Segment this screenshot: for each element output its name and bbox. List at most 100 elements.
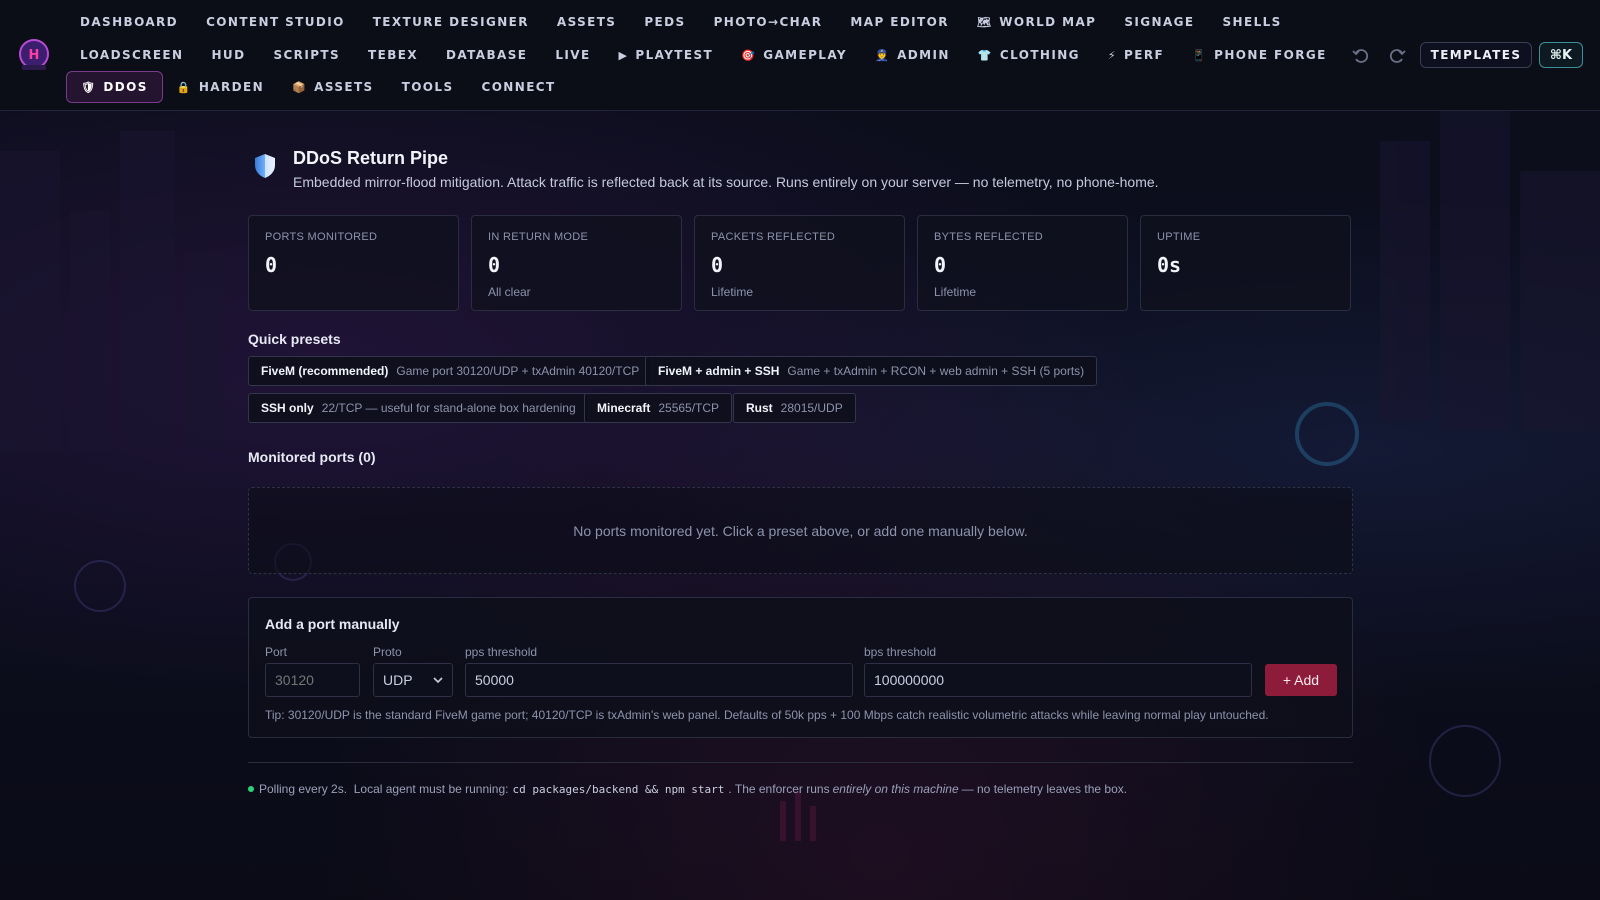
monitored-empty-state: No ports monitored yet. Click a preset a… xyxy=(248,487,1353,574)
nav-item-scripts[interactable]: SCRIPTS xyxy=(259,40,354,70)
preset-ssh-only[interactable]: SSH only 22/TCP — useful for stand-alone … xyxy=(248,393,589,423)
world-map-icon: 🗺 xyxy=(976,15,993,29)
preset-description: Game port 30120/UDP + txAdmin 40120/TCP xyxy=(396,364,640,378)
nav-item-map-editor[interactable]: MAP EDITOR xyxy=(836,7,962,37)
presets-title: Quick presets xyxy=(248,331,341,347)
nav-item-texture-designer[interactable]: TEXTURE DESIGNER xyxy=(359,7,543,37)
nav-item-peds[interactable]: PEDS xyxy=(630,7,699,37)
preset-name: Minecraft xyxy=(597,401,651,415)
stat-sub: All clear xyxy=(488,285,531,299)
nav-item-label: HUD xyxy=(211,48,246,62)
nav-item-dashboard[interactable]: DASHBOARD xyxy=(66,7,192,37)
stat-value: 0 xyxy=(265,253,278,277)
svg-text:H: H xyxy=(29,48,40,63)
stat-label: BYTES REFLECTED xyxy=(934,231,1044,243)
enforcer-emphasis: entirely on this machine xyxy=(832,782,959,796)
proto-value: UDP xyxy=(383,672,413,688)
add-port-title: Add a port manually xyxy=(265,616,400,632)
nav-item-shells[interactable]: SHELLS xyxy=(1208,7,1295,37)
nav-item-hud[interactable]: HUD xyxy=(197,40,259,70)
status-dot xyxy=(248,786,254,792)
stat-sub: Lifetime xyxy=(934,285,977,299)
proto-label: Proto xyxy=(373,645,402,659)
add-port-button[interactable]: + Add xyxy=(1265,664,1337,696)
bps-label: bps threshold xyxy=(864,645,937,659)
nav-item-label: MAP EDITOR xyxy=(850,15,949,29)
nav-item-label: PLAYTEST xyxy=(635,48,714,62)
nav-item-content-studio[interactable]: CONTENT STUDIO xyxy=(192,7,359,37)
nav-item-label: DATABASE xyxy=(446,48,528,62)
nav-item-label: HARDEN xyxy=(198,80,265,94)
nav-item-photo-char[interactable]: PHOTO→CHAR xyxy=(700,7,837,37)
status-footer: Polling every 2s. Local agent must be ru… xyxy=(248,782,1127,796)
preset-description: Game + txAdmin + RCON + web admin + SSH … xyxy=(787,364,1085,378)
nav-item-live[interactable]: LIVE xyxy=(541,40,604,70)
empty-state-text: No ports monitored yet. Click a preset a… xyxy=(573,522,1028,539)
nav-item-connect[interactable]: CONNECT xyxy=(468,72,570,102)
nav-item-perf[interactable]: ⚡ PERF xyxy=(1094,40,1178,70)
enforcer-text-end: — no telemetry leaves the box. xyxy=(961,782,1128,796)
bps-threshold-input[interactable] xyxy=(864,663,1252,697)
preset-fivem-recommended[interactable]: FiveM (recommended) Game port 30120/UDP +… xyxy=(248,356,653,386)
nav-item-signage[interactable]: SIGNAGE xyxy=(1110,7,1208,37)
app-logo[interactable]: H xyxy=(16,38,52,72)
nav-item-label: LIVE xyxy=(555,48,591,62)
command-palette-button[interactable]: ⌘K xyxy=(1539,42,1583,68)
page-subtitle: Embedded mirror-flood mitigation. Attack… xyxy=(293,174,1159,190)
nav-item-label: TEBEX xyxy=(368,48,418,62)
proto-select[interactable]: UDP xyxy=(373,663,453,697)
nav-item-clothing[interactable]: 👕 CLOTHING xyxy=(964,40,1094,70)
preset-description: 25565/TCP xyxy=(658,401,720,415)
nav-item-harden[interactable]: 🔒 HARDEN xyxy=(163,72,278,102)
add-port-panel: Add a port manually Port Proto UDP pps t… xyxy=(248,597,1353,738)
nav-item-label: DDOS xyxy=(103,80,148,94)
nav-item-phone-forge[interactable]: 📱 PHONE FORGE xyxy=(1178,40,1341,70)
chevron-down-icon xyxy=(433,677,443,684)
preset-name: FiveM (recommended) xyxy=(261,364,389,378)
nav-item-label: TOOLS xyxy=(401,80,454,94)
stat-label: PORTS MONITORED xyxy=(265,231,378,243)
nav-item-tebex[interactable]: TEBEX xyxy=(354,40,432,70)
nav-item-label: ASSETS xyxy=(556,15,617,29)
nav-item-tools[interactable]: TOOLS xyxy=(388,72,468,102)
shield-icon xyxy=(255,154,275,178)
stat-label: PACKETS REFLECTED xyxy=(711,231,836,243)
nav-item-database[interactable]: DATABASE xyxy=(432,40,541,70)
stat-label: IN RETURN MODE xyxy=(488,231,589,243)
stat-card-in-return-mode: IN RETURN MODE 0 All clear xyxy=(471,215,682,311)
preset-name: SSH only xyxy=(261,401,314,415)
nav-item-label: SCRIPTS xyxy=(273,48,341,62)
nav-item-playtest[interactable]: ▶ PLAYTEST xyxy=(605,40,728,70)
undo-icon[interactable] xyxy=(1352,46,1370,69)
preset-fivem-admin-ssh[interactable]: FiveM + admin + SSH Game + txAdmin + RCON… xyxy=(645,356,1098,386)
preset-minecraft[interactable]: Minecraft 25565/TCP xyxy=(584,393,733,423)
nav-item-label: PHONE FORGE xyxy=(1214,48,1327,62)
preset-name: Rust xyxy=(746,401,773,415)
nav-item-assets[interactable]: 📦 ASSETS xyxy=(278,72,388,102)
nav-item-label: SIGNAGE xyxy=(1124,15,1195,29)
nav-item-ddos[interactable]: 🛡 DDOS xyxy=(66,71,163,103)
nav-item-label: ADMIN xyxy=(897,48,950,62)
nav-item-gameplay[interactable]: 🎯 GAMEPLAY xyxy=(727,40,861,70)
nav-item-world-map[interactable]: 🗺 WORLD MAP xyxy=(963,7,1110,37)
nav-row-3: 🛡 DDOS 🔒 HARDEN 📦 ASSETS TOOLS CONNECT xyxy=(66,71,570,103)
enforcer-text: . The enforcer runs xyxy=(728,782,830,796)
port-input[interactable] xyxy=(265,663,360,697)
nav-item-label: TEXTURE DESIGNER xyxy=(372,15,529,29)
polling-text: Polling every 2s. xyxy=(259,782,348,796)
nav-item-assets[interactable]: ASSETS xyxy=(543,7,630,37)
preset-name: FiveM + admin + SSH xyxy=(658,364,780,378)
nav-item-label: CONNECT xyxy=(481,80,556,94)
nav-item-admin[interactable]: 👮 ADMIN xyxy=(861,40,964,70)
nav-item-loadscreen[interactable]: LOADSCREEN xyxy=(66,40,197,70)
templates-button[interactable]: TEMPLATES xyxy=(1420,42,1532,68)
redo-icon[interactable] xyxy=(1388,46,1406,69)
top-navigation: H DASHBOARD CONTENT STUDIO TEXTURE DESIGNE… xyxy=(0,0,1600,111)
nav-row-1: DASHBOARD CONTENT STUDIO TEXTURE DESIGNER A… xyxy=(66,7,1296,37)
harden-icon: 🔒 xyxy=(176,80,192,94)
nav-item-label: PHOTO→CHAR xyxy=(713,15,823,29)
pps-threshold-input[interactable] xyxy=(465,663,853,697)
preset-rust[interactable]: Rust 28015/UDP xyxy=(733,393,856,423)
ddos-icon: 🛡 xyxy=(81,80,97,94)
preset-description: 28015/UDP xyxy=(780,401,843,415)
